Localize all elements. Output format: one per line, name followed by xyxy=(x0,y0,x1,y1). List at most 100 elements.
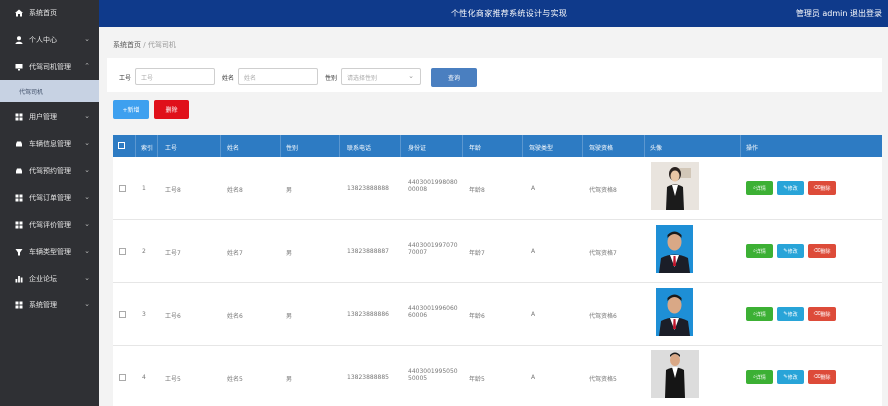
chevron-down-icon: ⌄ xyxy=(84,274,90,282)
chevron-up-icon: ⌃ xyxy=(84,62,90,70)
cell-index: 2 xyxy=(142,248,146,255)
header-phone: 联系电话 xyxy=(347,145,372,152)
cell-qualification: 代驾资格8 xyxy=(589,187,617,194)
user-logout-link[interactable]: 管理员 admin 退出登录 xyxy=(796,8,882,19)
delete-row-button[interactable]: ⌫ 删除 xyxy=(808,181,836,195)
cell-phone: 13823888885 xyxy=(347,374,389,381)
chevron-down-icon: ⌄ xyxy=(84,166,90,174)
home-icon xyxy=(15,9,23,17)
cell-id-card: 4403001997070 70007 xyxy=(408,242,458,256)
sidebar-item-users[interactable]: 用户管理 ⌄ xyxy=(0,104,99,130)
cell-qualification: 代驾资格6 xyxy=(589,313,617,320)
chevron-down-icon: ⌄ xyxy=(84,139,90,147)
delete-button[interactable]: 删除 xyxy=(154,100,189,119)
header-avatar: 头像 xyxy=(650,145,663,152)
cell-driving-type: A xyxy=(531,311,536,318)
breadcrumb-home[interactable]: 系统首页 xyxy=(113,41,141,49)
chevron-down-icon: ⌄ xyxy=(84,300,90,308)
cell-job-no: 工号7 xyxy=(165,250,181,257)
topbar: 个性化商家推荐系统设计与实现 管理员 admin 退出登录 xyxy=(99,0,888,27)
avatar xyxy=(656,225,693,273)
view-button[interactable]: ⌕ 详情 xyxy=(746,244,773,258)
chevron-down-icon: ⌄ xyxy=(84,220,90,228)
cell-name: 姓名8 xyxy=(227,187,243,194)
sidebar-item-home[interactable]: 系统首页 xyxy=(0,0,99,26)
row-checkbox[interactable] xyxy=(119,311,126,318)
sidebar-item-forum[interactable]: 企业论坛 ⌄ xyxy=(0,266,99,292)
car-icon xyxy=(15,167,23,175)
edit-button[interactable]: ✎ 修改 xyxy=(777,244,804,258)
cell-name: 姓名6 xyxy=(227,313,243,320)
delete-row-button[interactable]: ⌫ 删除 xyxy=(808,307,836,321)
cell-id-card: 4403001998080 00008 xyxy=(408,179,458,193)
query-button[interactable]: 查询 xyxy=(431,68,477,87)
bar-chart-icon xyxy=(15,275,23,283)
driver-table: 索引 工号 姓名 性别 联系电话 身份证 年龄 驾驶类型 驾驶资格 头像 操作 … xyxy=(113,135,882,406)
view-button[interactable]: ⌕ 详情 xyxy=(746,307,773,321)
gender-label: 性别 xyxy=(325,75,338,82)
view-button[interactable]: ⌕ 详情 xyxy=(746,370,773,384)
breadcrumb-separator: / xyxy=(143,41,146,49)
sidebar-item-label: 系统首页 xyxy=(29,9,57,17)
cell-gender: 男 xyxy=(286,376,293,383)
filter-icon xyxy=(15,248,23,256)
sidebar-item-orders[interactable]: 代驾订单管理 ⌄ xyxy=(0,185,99,211)
cell-qualification: 代驾资格7 xyxy=(589,250,617,257)
cell-gender: 男 xyxy=(286,250,293,257)
table-row: 4 工号5 姓名5 男 13823888885 4403001995050 500… xyxy=(113,346,882,406)
sidebar-subitem-driver[interactable]: 代驾司机 xyxy=(0,80,99,102)
breadcrumb: 系统首页 / 代驾司机 xyxy=(113,40,176,50)
gender-select[interactable]: 请选择性别 ⌄ xyxy=(341,68,421,85)
name-label: 姓名 xyxy=(222,75,235,82)
row-checkbox[interactable] xyxy=(119,374,126,381)
cell-index: 1 xyxy=(142,185,146,192)
trash-icon: ⌫ xyxy=(813,374,821,380)
cell-age: 年龄7 xyxy=(469,250,485,257)
cell-index: 4 xyxy=(142,374,146,381)
edit-button[interactable]: ✎ 修改 xyxy=(777,181,804,195)
job-no-input[interactable]: 工号 xyxy=(135,68,215,85)
header-actions: 操作 xyxy=(746,145,759,152)
monitor-icon xyxy=(15,63,23,71)
add-button[interactable]: +新增 xyxy=(113,100,149,119)
header-qualification: 驾驶资格 xyxy=(589,145,614,152)
header-name: 姓名 xyxy=(227,145,240,152)
sidebar-item-driver[interactable]: 代驾司机管理 ⌃ xyxy=(0,54,99,80)
cell-gender: 男 xyxy=(286,187,293,194)
cell-index: 3 xyxy=(142,311,146,318)
row-checkbox[interactable] xyxy=(119,248,126,255)
row-checkbox[interactable] xyxy=(119,185,126,192)
chevron-down-icon: ⌄ xyxy=(84,247,90,255)
cell-driving-type: A xyxy=(531,185,536,192)
cell-job-no: 工号8 xyxy=(165,187,181,194)
edit-button[interactable]: ✎ 修改 xyxy=(777,307,804,321)
table-header: 索引 工号 姓名 性别 联系电话 身份证 年龄 驾驶类型 驾驶资格 头像 操作 xyxy=(113,135,882,157)
sidebar-item-vehicles[interactable]: 车辆信息管理 ⌄ xyxy=(0,131,99,157)
header-driving-type: 驾驶类型 xyxy=(529,145,554,152)
edit-button[interactable]: ✎ 修改 xyxy=(777,370,804,384)
view-button[interactable]: ⌕ 详情 xyxy=(746,181,773,195)
sidebar-item-system[interactable]: 系统管理 ⌄ xyxy=(0,292,99,318)
sidebar-item-label: 代驾评价管理 xyxy=(29,221,71,229)
trash-icon: ⌫ xyxy=(813,185,821,191)
sidebar-item-label: 车辆信息管理 xyxy=(29,140,71,148)
sidebar-item-vehicle-types[interactable]: 车辆类型管理 ⌄ xyxy=(0,239,99,265)
sidebar-item-personal[interactable]: 个人中心 ⌄ xyxy=(0,27,99,53)
sidebar: 系统首页 个人中心 ⌄ 代驾司机管理 ⌃ 代驾司机 用户管理 ⌄ 车辆信息管理 … xyxy=(0,0,99,406)
header-age: 年龄 xyxy=(469,145,482,152)
select-all-checkbox[interactable] xyxy=(118,142,125,149)
sidebar-item-label: 代驾预约管理 xyxy=(29,167,71,175)
cell-gender: 男 xyxy=(286,313,293,320)
grid-icon xyxy=(15,301,23,309)
cell-phone: 13823888886 xyxy=(347,311,389,318)
cell-job-no: 工号6 xyxy=(165,313,181,320)
sidebar-item-label: 用户管理 xyxy=(29,113,57,121)
name-input[interactable]: 姓名 xyxy=(238,68,318,85)
sidebar-item-appointments[interactable]: 代驾预约管理 ⌄ xyxy=(0,158,99,184)
trash-icon: ⌫ xyxy=(813,311,821,317)
delete-row-button[interactable]: ⌫ 删除 xyxy=(808,370,836,384)
cell-age: 年龄6 xyxy=(469,313,485,320)
delete-row-button[interactable]: ⌫ 删除 xyxy=(808,244,836,258)
sidebar-item-reviews[interactable]: 代驾评价管理 ⌄ xyxy=(0,212,99,238)
car-icon xyxy=(15,140,23,148)
